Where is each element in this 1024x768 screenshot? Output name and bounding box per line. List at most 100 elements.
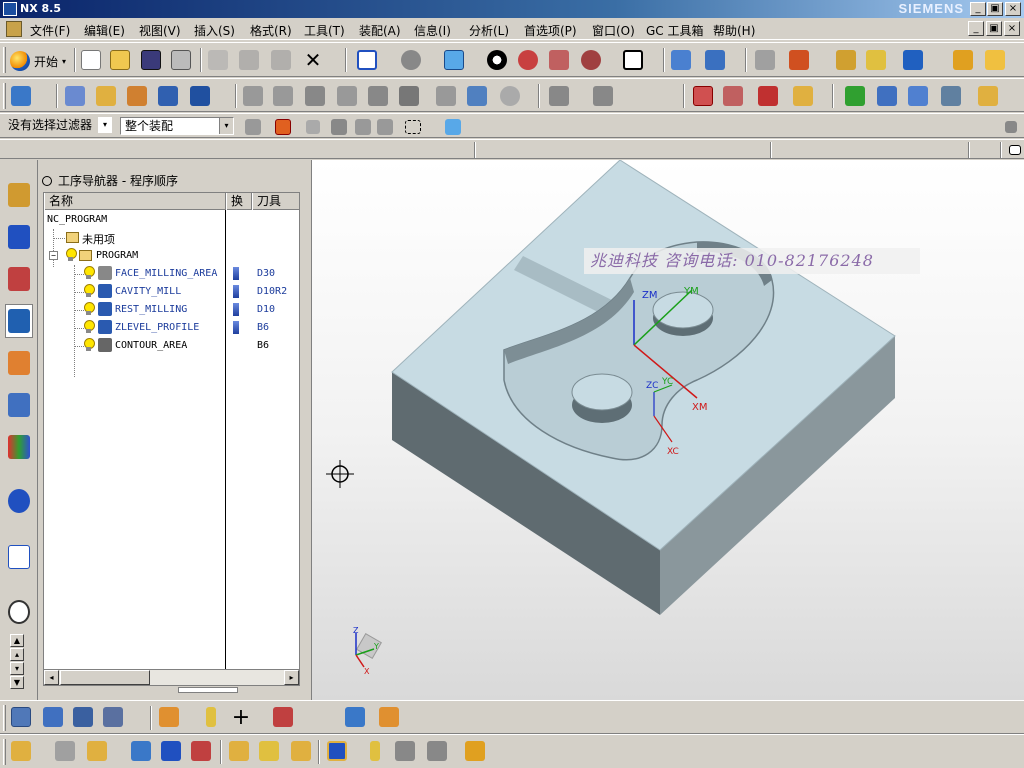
menu-view[interactable]: 视图(V) <box>139 22 181 39</box>
column-tool[interactable]: 刀具 <box>252 193 299 210</box>
table-button[interactable] <box>424 738 450 764</box>
copy-button[interactable] <box>236 47 262 73</box>
hide-toolpath-button[interactable] <box>590 83 616 109</box>
time-button[interactable] <box>497 83 523 109</box>
shop-doc-button[interactable] <box>396 83 422 109</box>
analysis-button[interactable] <box>833 47 859 73</box>
create-feature-button[interactable] <box>156 704 182 730</box>
template-button[interactable] <box>938 83 964 109</box>
operation-row[interactable]: CONTOUR_AREA B6 <box>44 337 299 355</box>
ruler-button[interactable] <box>950 47 976 73</box>
save-button[interactable] <box>138 47 164 73</box>
resource-scroll-up[interactable]: ▴ <box>10 648 24 661</box>
column-name[interactable]: 名称 <box>44 193 226 210</box>
operation-row[interactable]: FACE_MILLING_AREA D30 <box>44 265 299 283</box>
geometry-view-button[interactable] <box>755 83 781 109</box>
background-button[interactable] <box>484 47 510 73</box>
synchronous-button[interactable] <box>226 738 252 764</box>
program-view-button[interactable] <box>690 83 716 109</box>
operation-row[interactable]: REST_MILLING D10 <box>44 301 299 319</box>
toolbar-grip[interactable] <box>3 83 6 109</box>
feature-button[interactable] <box>975 83 1001 109</box>
menu-file[interactable]: 文件(F) <box>30 22 70 39</box>
menu-window[interactable]: 窗口(O) <box>592 22 635 39</box>
nx-app-icon[interactable] <box>3 2 17 16</box>
doc-close-button[interactable]: × <box>1004 21 1020 36</box>
create-program-button[interactable] <box>62 83 88 109</box>
select-edge-button[interactable] <box>372 114 398 140</box>
undo-selection-button[interactable] <box>300 114 326 140</box>
resource-reuse-library[interactable] <box>5 346 33 380</box>
display-toolpath-button[interactable] <box>546 83 572 109</box>
workpiece-button[interactable] <box>376 704 402 730</box>
toolbar-grip[interactable] <box>3 47 6 73</box>
point-button[interactable]: + <box>228 704 254 730</box>
transform-button[interactable] <box>702 47 728 73</box>
create-geometry-button[interactable] <box>124 83 150 109</box>
scroll-left-button[interactable]: ◂ <box>44 670 59 685</box>
machine-tool-button[interactable] <box>8 83 34 109</box>
doc-minimize-button[interactable]: _ <box>968 21 984 36</box>
menu-information[interactable]: 信息(I) <box>414 22 451 39</box>
general-selection-button[interactable] <box>240 114 266 140</box>
menu-help[interactable]: 帮助(H) <box>713 22 755 39</box>
postprocess-button[interactable] <box>365 83 391 109</box>
resource-information[interactable] <box>5 484 33 518</box>
section-view-button[interactable] <box>515 47 541 73</box>
create-method-button[interactable] <box>155 83 181 109</box>
doc-restore-button[interactable]: ▣ <box>986 21 1002 36</box>
menu-tools[interactable]: 工具(T) <box>304 22 345 39</box>
render-style-button[interactable] <box>441 47 467 73</box>
select-all-button[interactable] <box>440 114 466 140</box>
measure-distance-button[interactable] <box>392 738 418 764</box>
machining-method-view-button[interactable] <box>100 704 126 730</box>
menu-format[interactable]: 格式(R) <box>250 22 292 39</box>
measure-button[interactable] <box>863 47 889 73</box>
edit-object-button[interactable] <box>874 83 900 109</box>
verify-toolpath-button[interactable] <box>302 83 328 109</box>
snap-point-button[interactable] <box>270 114 296 140</box>
move-object-button[interactable] <box>668 47 694 73</box>
view-orient-button[interactable] <box>398 47 424 73</box>
pattern-button[interactable] <box>256 738 282 764</box>
resource-scroll-bottom[interactable]: ▼ <box>10 676 24 689</box>
cut-button[interactable] <box>205 47 231 73</box>
block-button[interactable] <box>52 738 78 764</box>
part-button[interactable] <box>462 738 488 764</box>
resource-hd3d-tools[interactable] <box>5 388 33 422</box>
method-view-button[interactable] <box>790 83 816 109</box>
new-file-button[interactable] <box>78 47 104 73</box>
generate-toolpath-button[interactable] <box>240 83 266 109</box>
scroll-thumb[interactable] <box>60 670 150 685</box>
resource-scroll-down[interactable]: ▾ <box>10 662 24 675</box>
print-button[interactable] <box>168 47 194 73</box>
list-toolpath-button[interactable] <box>334 83 360 109</box>
toolbar-grip[interactable] <box>3 739 6 765</box>
clip-view-button[interactable] <box>546 47 572 73</box>
blank-button[interactable] <box>342 704 368 730</box>
assembly-scope-dropdown[interactable]: 整个装配 ▾ <box>120 117 234 135</box>
operation-row[interactable]: ZLEVEL_PROFILE B6 <box>44 319 299 337</box>
column-tool-change[interactable]: 换 <box>226 193 252 210</box>
scroll-right-button[interactable]: ▸ <box>284 670 299 685</box>
attach-button[interactable] <box>198 704 224 730</box>
resource-constraint-navigator[interactable] <box>5 220 33 254</box>
resource-part-navigator[interactable] <box>5 262 33 296</box>
menu-gc-toolbox[interactable]: GC 工具箱 <box>646 22 704 39</box>
menu-analysis[interactable]: 分析(L) <box>469 22 509 39</box>
create-operation-button[interactable] <box>187 83 213 109</box>
pencil-button[interactable] <box>982 47 1008 73</box>
replace-button[interactable] <box>288 738 314 764</box>
open-file-button[interactable] <box>107 47 133 73</box>
menu-assembly[interactable]: 装配(A) <box>359 22 401 39</box>
close-button[interactable]: × <box>1005 2 1021 16</box>
program-order-view-button[interactable] <box>8 704 34 730</box>
type-filter-dropdown[interactable]: 没有选择过滤器 ▾ <box>4 117 112 135</box>
resource-operation-navigator[interactable] <box>5 304 33 338</box>
select-feature-button[interactable] <box>324 738 350 764</box>
object-group-button[interactable] <box>905 83 931 109</box>
fit-view-button[interactable] <box>354 47 380 73</box>
add-geometry-button[interactable] <box>84 738 110 764</box>
navigator-splitter[interactable] <box>178 687 238 693</box>
delete-button[interactable]: ✕ <box>300 47 326 73</box>
